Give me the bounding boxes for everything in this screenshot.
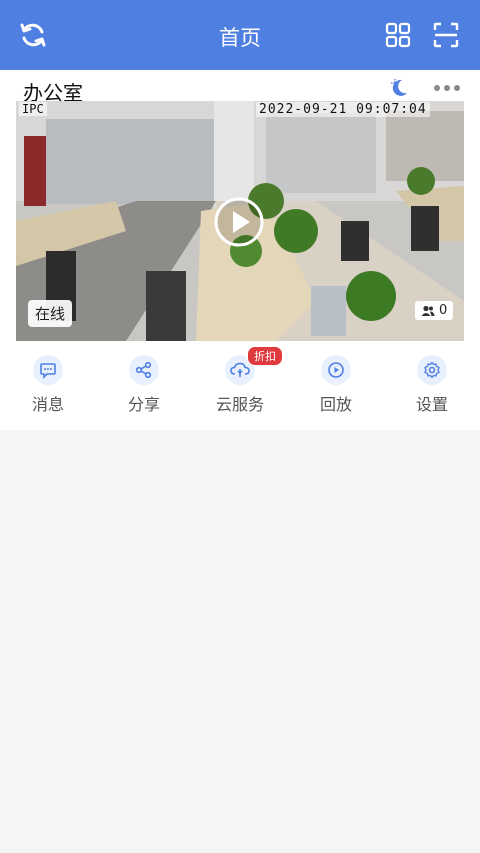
viewer-count-badge: 0 <box>415 301 454 320</box>
discount-badge: 折扣 <box>247 346 283 366</box>
share-button[interactable]: 分享 <box>99 355 189 415</box>
settings-label: 设置 <box>415 395 448 414</box>
night-mode-icon[interactable] <box>388 77 410 99</box>
video-preview[interactable]: IPC 2022-09-21 09:07:04 在线 0 <box>16 101 464 341</box>
scan-icon[interactable] <box>431 20 461 50</box>
cloud-icon <box>230 362 250 377</box>
cloud-service-label: 云服务 <box>215 395 264 414</box>
more-icon[interactable] <box>432 78 462 98</box>
playback-label: 回放 <box>319 395 352 414</box>
osd-label: IPC <box>19 102 47 116</box>
message-button[interactable]: 消息 <box>3 355 93 415</box>
top-bar: 首页 <box>0 0 480 70</box>
grid-view-icon[interactable] <box>383 20 413 50</box>
share-icon <box>135 361 152 379</box>
cloud-service-button[interactable]: 云服务 折扣 <box>195 346 285 415</box>
online-status-badge: 在线 <box>28 300 73 327</box>
gear-icon <box>424 361 440 379</box>
playback-button[interactable]: 回放 <box>291 355 381 415</box>
share-label: 分享 <box>127 395 160 414</box>
viewer-count: 0 <box>439 303 448 318</box>
play-icon[interactable] <box>213 196 265 248</box>
action-bar: 消息 分享 云服务 折扣 回放 设置 <box>0 346 480 415</box>
message-label: 消息 <box>31 395 64 414</box>
playback-icon <box>328 362 344 378</box>
settings-button[interactable]: 设置 <box>387 355 477 415</box>
users-icon <box>421 305 435 316</box>
video-timestamp: 2022-09-21 09:07:04 <box>256 102 430 117</box>
camera-card: 办公室 IPC 2022-09-21 09:07:04 在线 0 消息 分享 云… <box>0 70 480 430</box>
message-icon <box>40 363 56 379</box>
